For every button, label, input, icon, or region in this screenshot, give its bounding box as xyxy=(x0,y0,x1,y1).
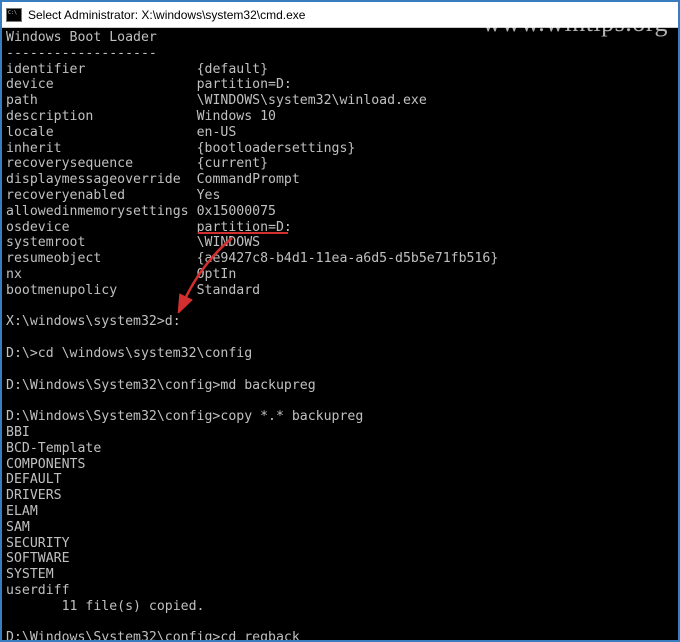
entry-row: bootmenupolicy Standard xyxy=(6,283,260,298)
file-line: userdiff xyxy=(6,583,70,598)
cmd-icon xyxy=(6,8,22,22)
file-line: SOFTWARE xyxy=(6,551,70,566)
prompt: D:\Windows\System32\config>copy *.* back… xyxy=(6,409,363,424)
boot-header: Windows Boot Loader xyxy=(6,30,157,45)
file-line: ELAM xyxy=(6,504,38,519)
cmd-window: Select Administrator: X:\windows\system3… xyxy=(0,0,680,642)
prompt: D:\Windows\System32\config>cd regback xyxy=(6,630,300,640)
entry-row: allowedinmemorysettings 0x15000075 xyxy=(6,204,276,219)
file-line: SECURITY xyxy=(6,536,70,551)
file-line: DEFAULT xyxy=(6,472,62,487)
entry-row: description Windows 10 xyxy=(6,109,276,124)
titlebar-text: Select Administrator: X:\windows\system3… xyxy=(28,8,305,22)
entry-row: device partition=D: xyxy=(6,77,292,92)
file-line: COMPONENTS xyxy=(6,457,85,472)
entry-row: inherit {bootloadersettings} xyxy=(6,141,355,156)
terminal-body[interactable]: Windows Boot Loader ------------------- … xyxy=(2,28,678,640)
entry-row: resumeobject {ae9427c8-b4d1-11ea-a6d5-d5… xyxy=(6,251,498,266)
entry-row: identifier {default} xyxy=(6,62,268,77)
prompt: D:\>cd \windows\system32\config xyxy=(6,346,252,361)
prompt: X:\windows\system32>d: xyxy=(6,314,181,329)
entry-row: path \WINDOWS\system32\winload.exe xyxy=(6,93,427,108)
titlebar[interactable]: Select Administrator: X:\windows\system3… xyxy=(2,2,678,28)
entry-row: recoveryenabled Yes xyxy=(6,188,220,203)
highlight-underline xyxy=(198,232,288,234)
file-line: DRIVERS xyxy=(6,488,62,503)
file-line: SYSTEM xyxy=(6,567,54,582)
file-line: BBI xyxy=(6,425,30,440)
file-line: BCD-Template xyxy=(6,441,101,456)
entry-row: locale en-US xyxy=(6,125,236,140)
prompt: D:\Windows\System32\config>md backupreg xyxy=(6,378,316,393)
boot-divider: ------------------- xyxy=(6,46,157,61)
file-line: SAM xyxy=(6,520,30,535)
entry-row: recoverysequence {current} xyxy=(6,156,268,171)
entry-row: systemroot \WINDOWS xyxy=(6,235,260,250)
copied-line: 11 file(s) copied. xyxy=(6,599,205,614)
entry-row: displaymessageoverride CommandPrompt xyxy=(6,172,300,187)
entry-row: nx OptIn xyxy=(6,267,236,282)
